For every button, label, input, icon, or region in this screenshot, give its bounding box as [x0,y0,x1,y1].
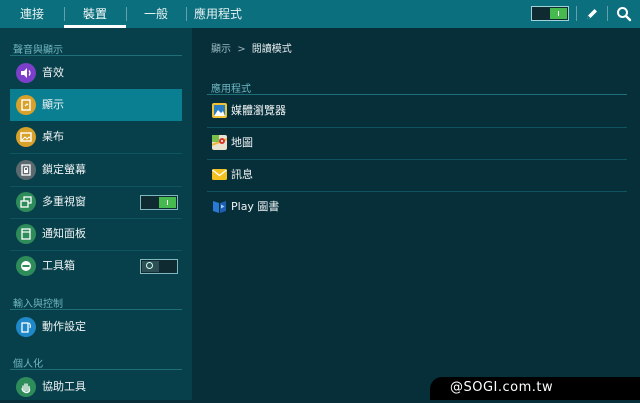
app-row-media-browser[interactable]: 媒體瀏覽器 [207,95,627,127]
tab-device-label: 裝置 [82,7,107,21]
lock-screen-icon [16,160,36,180]
watermark: @SOGI.com.tw [430,377,640,400]
toggle-knob [550,8,567,19]
breadcrumb-parent[interactable]: 顯示 [211,44,231,55]
section-divider [10,369,182,370]
sidebar-item-label: 多重視窗 [42,195,86,208]
toolbox-toggle[interactable] [140,259,178,274]
sidebar-item-label: 動作設定 [42,320,86,333]
tab-general[interactable]: 一般 [126,0,186,28]
app-row-messages[interactable]: 訊息 [207,159,627,191]
sidebar-item-lock-screen[interactable]: 鎖定螢幕 [10,154,182,186]
section-header-applications: 應用程式 [211,84,251,95]
sidebar-item-multi-window[interactable]: 多重視窗 [10,186,182,218]
app-row-play-books[interactable]: Play 圖書 [207,191,627,223]
section-divider [10,309,182,310]
sidebar-item-label: 音效 [42,66,64,79]
section-divider [10,55,182,56]
sidebar-item-motion[interactable]: 動作設定 [10,311,182,343]
media-browser-icon [212,103,227,118]
section-header-input-control: 輸入與控制 [13,299,63,310]
sidebar-item-label: 工具箱 [42,259,75,272]
tab-applications[interactable]: 應用程式 [186,0,250,28]
search-icon[interactable] [615,5,633,23]
toggle-knob [159,197,176,208]
tab-general-label: 一般 [143,7,168,21]
maps-icon [211,135,228,150]
wallpaper-icon [16,127,36,147]
breadcrumb-current: 閱讀模式 [251,44,292,55]
toolbar-divider [576,6,577,21]
multi-window-icon [16,192,36,212]
sidebar-item-label: 鎖定螢幕 [42,163,86,176]
toolbar-divider [607,6,608,21]
speaker-icon [16,63,36,83]
play-books-icon [212,199,227,214]
app-label: 訊息 [231,168,253,181]
app-label: 地圖 [231,136,253,149]
sidebar-item-toolbox[interactable]: 工具箱 [10,250,182,282]
pen-icon[interactable] [583,5,601,23]
app-label: 媒體瀏覽器 [231,104,286,117]
app-row-maps[interactable]: 地圖 [207,127,627,159]
section-header-personalization: 個人化 [13,359,43,370]
breadcrumb-separator: > [237,44,246,55]
top-tab-bar: 連接 裝置 一般 應用程式 [0,0,640,28]
tab-connections[interactable]: 連接 [0,0,64,28]
notification-panel-icon [16,224,36,244]
sidebar-item-label: 協助工具 [42,380,86,393]
tab-applications-label: 應用程式 [193,7,242,21]
sidebar-item-accessibility[interactable]: 協助工具 [10,371,182,403]
toggle-knob [142,261,159,272]
sidebar-item-display[interactable]: 顯示 [10,89,182,121]
sidebar-item-label: 顯示 [42,98,64,111]
tab-device[interactable]: 裝置 [64,0,126,28]
accessibility-icon [16,377,36,397]
breadcrumb: 顯示 > 閱讀模式 [211,40,292,55]
tab-connections-label: 連接 [19,7,44,21]
multi-window-toggle[interactable] [140,195,178,210]
sidebar-item-sound[interactable]: 音效 [10,57,182,89]
messages-icon [212,167,227,182]
sidebar-item-label: 通知面板 [42,227,86,240]
display-icon [16,95,36,115]
master-toggle[interactable] [531,6,569,21]
toolbox-icon [16,256,36,276]
sidebar-item-label: 桌布 [42,130,64,143]
section-header-sound-display: 聲音與顯示 [13,45,63,56]
motion-icon [16,317,36,337]
sidebar-item-wallpaper[interactable]: 桌布 [10,121,182,153]
watermark-text: @SOGI.com.tw [450,380,554,395]
sidebar-item-notification-panel[interactable]: 通知面板 [10,218,182,250]
app-label: Play 圖書 [231,200,280,213]
